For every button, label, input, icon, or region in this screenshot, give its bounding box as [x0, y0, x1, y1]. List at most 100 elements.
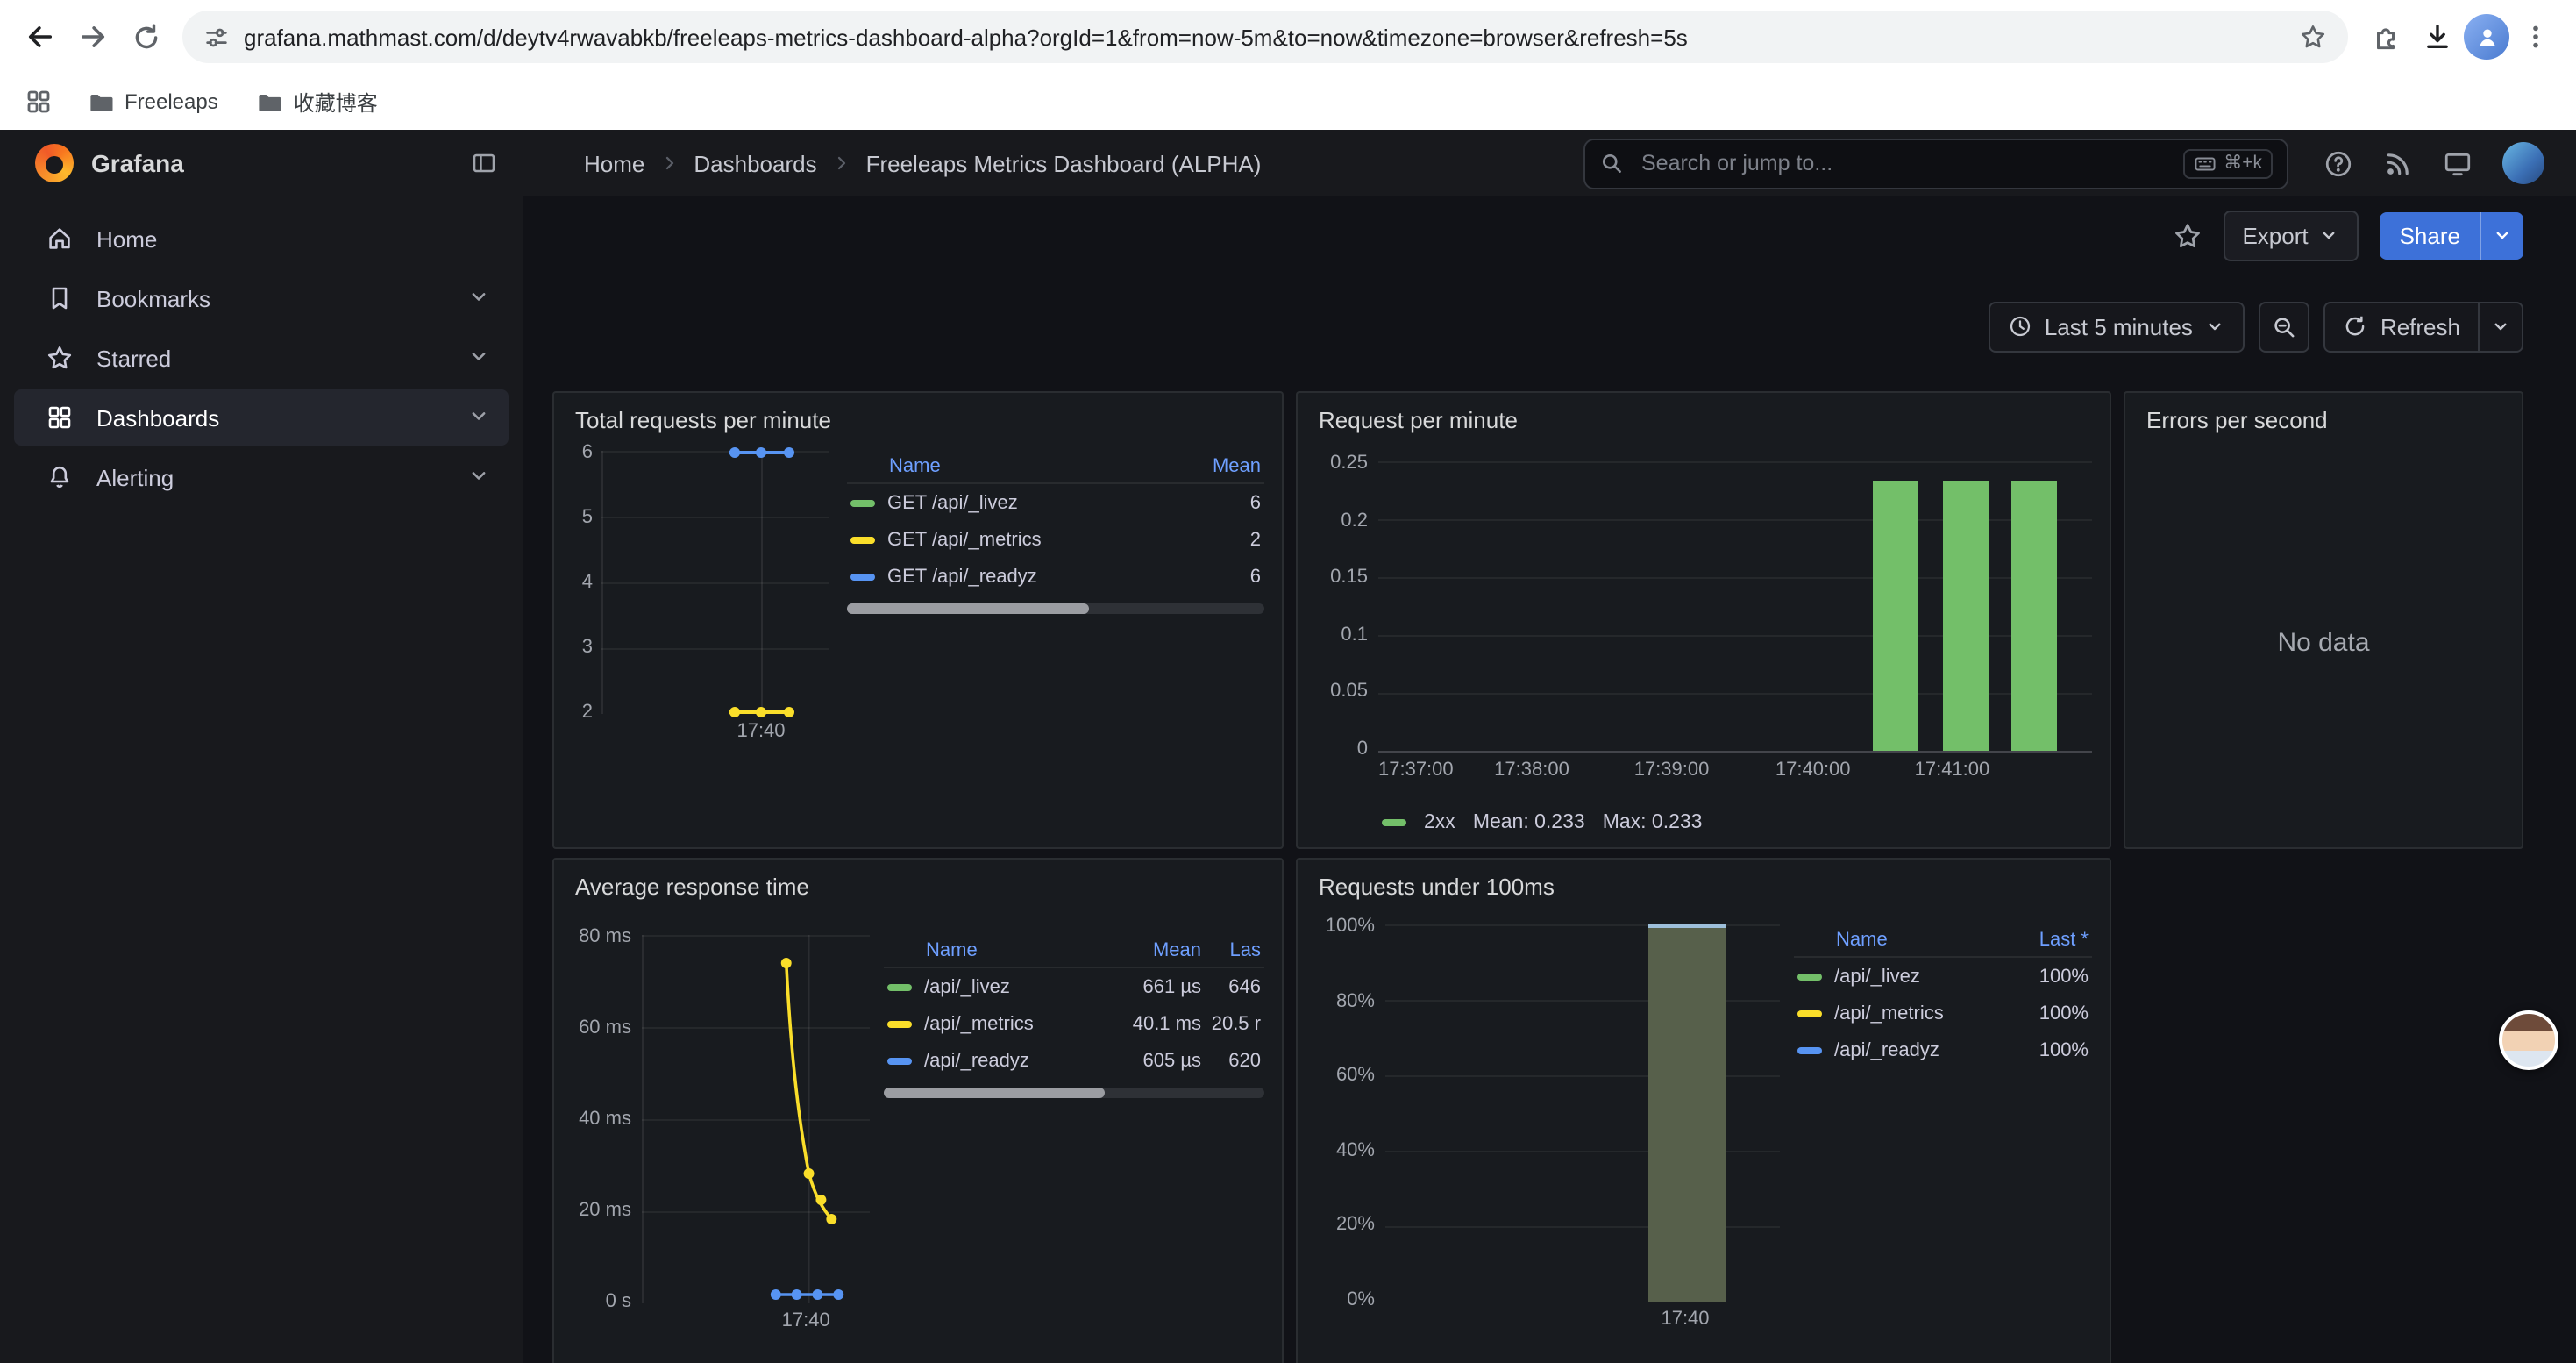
favorite-star-icon[interactable] [2172, 220, 2202, 250]
browser-menu-kebab-icon[interactable] [2509, 11, 2562, 63]
chevron-down-icon [2205, 316, 2226, 337]
legend[interactable]: 2xx Mean: 0.233 Max: 0.233 [1315, 788, 2092, 833]
sidebar-item-home[interactable]: Home [14, 211, 509, 267]
legend-col-name[interactable]: Name [850, 456, 1180, 477]
series-swatch [1382, 819, 1406, 826]
panel-title[interactable]: Request per minute [1298, 393, 2110, 437]
bookmark-folder-freeleaps[interactable]: Freeleaps [74, 83, 232, 120]
panel-title[interactable]: Total requests per minute [554, 393, 1282, 437]
clock-icon [2008, 314, 2032, 339]
legend-row[interactable]: GET /api/_readyz 6 [847, 558, 1264, 595]
breadcrumb-current[interactable]: Freeleaps Metrics Dashboard (ALPHA) [866, 150, 1262, 176]
legend-row[interactable]: GET /api/_livez 6 [847, 484, 1264, 521]
search-shortcut-badge: ⌘+k [2183, 148, 2273, 178]
legend-row[interactable]: /api/_readyz 100% [1794, 1031, 2092, 1068]
share-button[interactable]: Share [2380, 211, 2523, 259]
request-per-minute-chart[interactable]: 0.25 0.2 0.15 0.1 0.05 0 [1315, 451, 2092, 788]
help-icon[interactable] [2323, 148, 2353, 178]
export-button[interactable]: Export [2223, 210, 2359, 260]
total-requests-chart[interactable]: 6 5 4 3 2 [572, 451, 829, 833]
grafana-logo[interactable] [35, 144, 74, 182]
series-swatch [1797, 1010, 1822, 1017]
legend-row[interactable]: /api/_metrics 40.1 ms 20.5 r [884, 1005, 1264, 1042]
reload-button[interactable] [119, 11, 172, 63]
sidebar-item-starred[interactable]: Starred [14, 330, 509, 386]
legend-row[interactable]: GET /api/_metrics 2 [847, 521, 1264, 558]
panel-avg-response-time: Average response time 80 ms 60 ms 40 ms … [552, 858, 1284, 1363]
legend-col-last[interactable]: Las [1201, 940, 1261, 961]
user-avatar[interactable] [2502, 142, 2544, 184]
sidebar: Grafana Home Bookmarks [0, 130, 523, 1363]
bookmarks-bar: Freeleaps 收藏博客 [0, 74, 2576, 132]
refresh-interval-chevron-icon[interactable] [2478, 303, 2522, 350]
legend-col-mean[interactable]: Mean [1180, 456, 1261, 477]
refresh-icon [2344, 314, 2368, 339]
collapse-sidebar-icon[interactable] [470, 149, 498, 177]
breadcrumb-dashboards[interactable]: Dashboards [694, 150, 816, 176]
share-dropdown-chevron-icon[interactable] [2480, 211, 2523, 259]
breadcrumb-home[interactable]: Home [584, 150, 644, 176]
sidebar-nav: Home Bookmarks Starred [0, 196, 523, 505]
sidebar-item-bookmarks[interactable]: Bookmarks [14, 270, 509, 326]
share-button-label: Share [2380, 211, 2480, 259]
monitor-icon[interactable] [2443, 148, 2473, 178]
panel-title[interactable]: Requests under 100ms [1298, 860, 2110, 903]
time-controls-toolbar: Last 5 minutes Refresh [523, 274, 2576, 354]
back-button[interactable] [14, 11, 67, 63]
search-icon [1599, 151, 1624, 175]
forward-button[interactable] [67, 11, 119, 63]
dashboard-subheader: Export Share [523, 196, 2576, 274]
refresh-button[interactable]: Refresh [2324, 301, 2523, 352]
breadcrumb-separator-icon [831, 153, 852, 174]
under-100ms-chart[interactable]: 100% 80% 60% 40% 20% 0% [1315, 924, 1780, 1363]
url-text[interactable]: grafana.mathmast.com/d/deytv4rwavabkb/fr… [244, 24, 2285, 50]
legend-mean: Mean: 0.233 [1473, 812, 1585, 833]
browser-toolbar: grafana.mathmast.com/d/deytv4rwavabkb/fr… [0, 0, 2576, 74]
panel-errors-per-second: Errors per second No data [2124, 391, 2523, 849]
legend-scrollbar[interactable] [847, 603, 1264, 614]
legend-series-label[interactable]: 2xx [1424, 812, 1455, 833]
legend-row[interactable]: /api/_livez 100% [1794, 958, 2092, 995]
legend-row[interactable]: /api/_livez 661 µs 646 [884, 968, 1264, 1005]
no-data-message: No data [2125, 437, 2522, 847]
bookmark-star-icon[interactable] [2299, 23, 2327, 51]
sidebar-item-dashboards[interactable]: Dashboards [14, 389, 509, 446]
address-bar[interactable]: grafana.mathmast.com/d/deytv4rwavabkb/fr… [182, 11, 2348, 63]
sidebar-item-alerting[interactable]: Alerting [14, 449, 509, 505]
news-rss-icon[interactable] [2383, 148, 2413, 178]
panel-request-per-minute: Request per minute 0.25 0.2 0.15 0.1 0.0… [1296, 391, 2111, 849]
chevron-down-icon[interactable] [466, 283, 491, 313]
bookmark-folder-blogs[interactable]: 收藏博客 [243, 82, 392, 122]
chevron-down-icon[interactable] [466, 462, 491, 492]
avg-response-chart[interactable]: 80 ms 60 ms 40 ms 20 ms 0 s [572, 935, 870, 1363]
panel-title[interactable]: Errors per second [2125, 393, 2522, 437]
chevron-down-icon[interactable] [466, 343, 491, 373]
time-range-picker[interactable]: Last 5 minutes [1989, 301, 2245, 352]
panel-title[interactable]: Average response time [554, 860, 1282, 903]
search-bar[interactable]: ⌘+k [1583, 138, 2288, 189]
grafana-header: Home Dashboards Freeleaps Metrics Dashbo… [523, 130, 2576, 196]
series-swatch [850, 573, 875, 580]
extensions-icon[interactable] [2359, 11, 2411, 63]
series-swatch [1797, 973, 1822, 980]
legend-col-mean[interactable]: Mean [1121, 940, 1201, 961]
search-input[interactable] [1638, 149, 2169, 177]
apps-grid-icon[interactable] [25, 88, 53, 116]
chevron-down-icon[interactable] [466, 403, 491, 432]
bell-icon [46, 463, 74, 491]
zoom-out-button[interactable] [2259, 301, 2310, 352]
legend-col-name[interactable]: Name [1797, 930, 2008, 951]
floating-assistant-avatar[interactable] [2499, 1010, 2558, 1070]
legend-col-last[interactable]: Last * [2008, 930, 2089, 951]
breadcrumb-separator-icon [658, 153, 680, 174]
legend-col-name[interactable]: Name [887, 940, 1121, 961]
x-axis-tick: 17:41:00 [1915, 760, 1990, 781]
legend-table: Name Last * /api/_livez 100% /api/_metri… [1794, 924, 2092, 1068]
legend-row[interactable]: /api/_readyz 605 µs 620 [884, 1042, 1264, 1079]
legend-row[interactable]: /api/_metrics 100% [1794, 995, 2092, 1031]
browser-profile-avatar[interactable] [2464, 14, 2509, 60]
x-axis-tick: 17:40:00 [1775, 760, 1851, 781]
legend-scrollbar[interactable] [884, 1088, 1264, 1098]
site-settings-icon[interactable] [203, 24, 230, 50]
downloads-button[interactable] [2411, 11, 2464, 63]
